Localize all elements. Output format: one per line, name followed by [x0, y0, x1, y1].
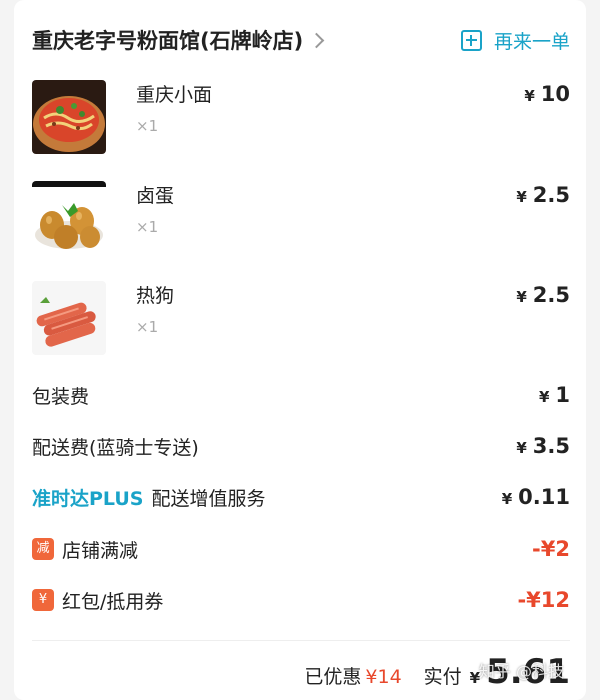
currency-symbol: ¥	[524, 87, 535, 105]
ontime-service-value: 0.11	[518, 485, 570, 509]
currency-symbol: ¥	[501, 490, 513, 508]
currency-symbol: ¥	[516, 439, 527, 457]
delivery-fee-label: 配送费(蓝骑士专送)	[32, 436, 199, 459]
noodle-bowl-image	[32, 80, 106, 154]
item-price: ¥10	[524, 82, 570, 106]
store-discount-row: 减 店铺满减 -¥2	[32, 534, 570, 564]
store-discount-label-group: 减 店铺满减	[32, 536, 138, 563]
store-discount-value: -¥2	[532, 537, 570, 561]
coupon-value: -¥12	[517, 588, 570, 612]
packaging-fee-label: 包装费	[32, 385, 90, 408]
discount-total-label: 已优惠	[304, 666, 362, 688]
plus-square-icon	[460, 29, 482, 51]
coupon-label-group: ¥ 红包/抵用券	[32, 587, 163, 614]
store-name-link[interactable]: 重庆老字号粉面馆(石牌岭店)	[32, 25, 325, 55]
item-price-value: 10	[540, 82, 570, 106]
ontime-plus-tag: 准时达PLUS	[32, 487, 144, 510]
chevron-right-icon	[308, 32, 325, 48]
discount-total-value: ¥14	[365, 666, 402, 688]
currency-symbol: ¥	[516, 288, 527, 306]
braised-egg-image	[32, 181, 106, 255]
ontime-service-price: ¥0.11	[502, 485, 570, 509]
order-item: 热狗 ×1 ¥2.5	[32, 281, 570, 357]
item-quantity: ×1	[136, 117, 159, 135]
ontime-service-label-group: 准时达PLUS 配送增值服务	[32, 484, 265, 511]
packaging-fee-price: ¥1	[539, 383, 570, 407]
coupon-row: ¥ 红包/抵用券 -¥12	[32, 585, 570, 615]
delivery-fee-value: 3.5	[532, 434, 570, 458]
item-name: 卤蛋	[136, 185, 175, 207]
store-header: 重庆老字号粉面馆(石牌岭店) 再来一单	[32, 22, 570, 58]
currency-symbol: ¥	[538, 388, 550, 406]
currency-symbol: ¥	[516, 188, 527, 206]
packaging-fee-value: 1	[555, 383, 570, 407]
item-name: 热狗	[136, 285, 175, 307]
store-discount-label: 店铺满减	[62, 539, 139, 562]
hot-dog-image	[32, 281, 106, 355]
order-card: 重庆老字号粉面馆(石牌岭店) 再来一单 重庆小面 ×1 ¥ 10 卤蛋 ×1 ¥…	[14, 0, 586, 700]
paid-label: 实付	[423, 666, 462, 688]
watermark: 知乎 @科技	[478, 662, 564, 681]
ontime-service-row: 准时达PLUS 配送增值服务 ¥0.11	[32, 482, 570, 512]
item-price-value: 2.5	[532, 183, 570, 207]
discount-badge-icon: 减	[32, 538, 54, 560]
delivery-fee-price: ¥3.5	[516, 434, 570, 458]
order-item: 重庆小面 ×1 ¥10	[32, 80, 570, 156]
coupon-badge-icon: ¥	[32, 589, 54, 611]
packaging-fee-row: 包装费 ¥1	[32, 380, 570, 410]
coupon-label: 红包/抵用券	[62, 590, 164, 613]
reorder-button[interactable]: 再来一单	[460, 27, 570, 54]
item-price-value: 2.5	[532, 283, 570, 307]
order-item: 卤蛋 ×1 ¥2.5	[32, 181, 570, 257]
delivery-fee-row: 配送费(蓝骑士专送) ¥3.5	[32, 431, 570, 461]
item-quantity: ×1	[136, 318, 159, 336]
reorder-label: 再来一单	[493, 30, 570, 53]
item-quantity: ×1	[136, 218, 159, 236]
ontime-service-label: 配送增值服务	[151, 487, 266, 510]
item-name: 重庆小面	[136, 84, 213, 106]
item-price: ¥2.5	[516, 283, 570, 307]
item-price: ¥2.5	[516, 183, 570, 207]
store-name: 重庆老字号粉面馆(石牌岭店)	[32, 29, 304, 53]
divider	[32, 640, 570, 641]
